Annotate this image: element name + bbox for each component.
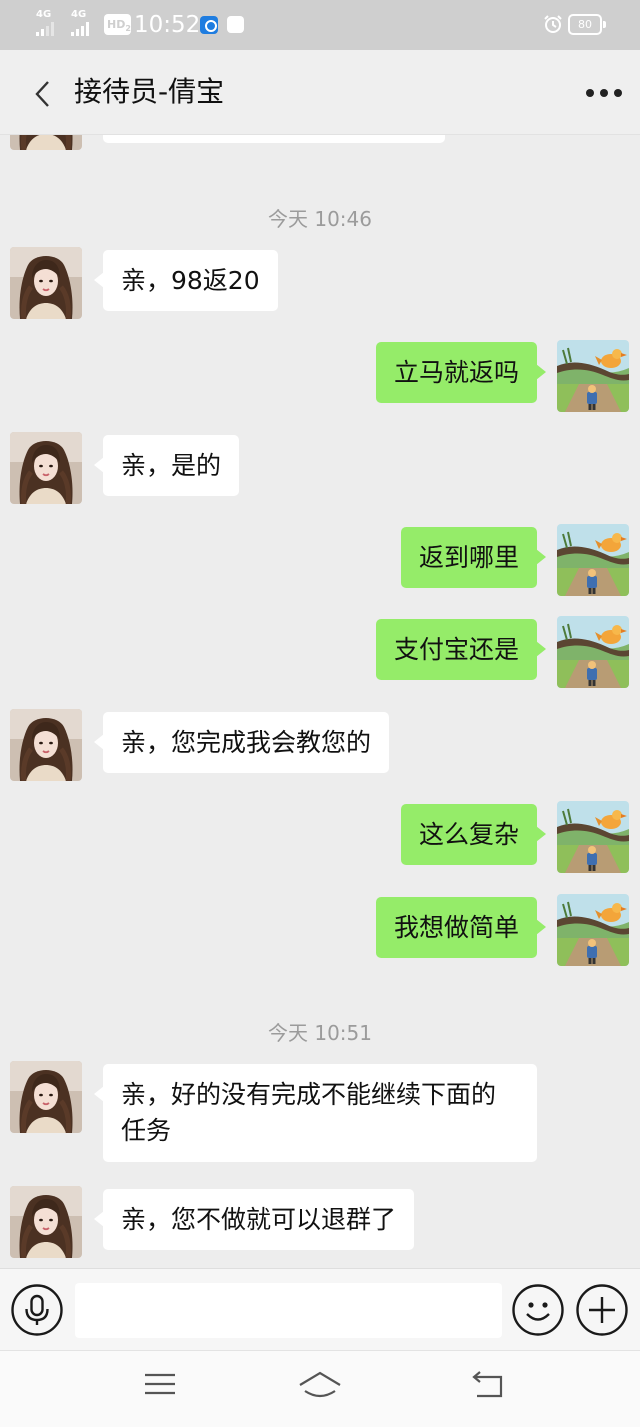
- alarm-icon: [544, 15, 562, 33]
- message-bubble-sent[interactable]: 立马就返吗: [375, 342, 547, 403]
- notification-square-icon: [227, 16, 244, 33]
- chat-header: 接待员-倩宝: [0, 50, 640, 135]
- contact-avatar[interactable]: [10, 247, 82, 319]
- input-bar: [0, 1268, 640, 1350]
- signal-indicator-1: 4G: [36, 9, 68, 39]
- contact-avatar[interactable]: [10, 1186, 82, 1258]
- message-bubble-received[interactable]: 亲，是的: [93, 435, 240, 496]
- my-avatar[interactable]: [557, 616, 629, 688]
- message-bubble-received[interactable]: 亲，您完成我会教您的: [93, 712, 390, 773]
- cartoon-bird-avatar-icon: [557, 801, 629, 873]
- microphone-icon: [11, 1284, 63, 1336]
- menu-icon: [145, 1373, 175, 1395]
- girl-photo-avatar-icon: [10, 1186, 82, 1258]
- message-bubble-sent[interactable]: 这么复杂: [400, 804, 547, 865]
- signal-indicator-2: 4G: [71, 9, 103, 39]
- smiley-icon: [512, 1284, 564, 1336]
- more-actions-button[interactable]: [576, 1284, 628, 1336]
- system-navigation-bar: [0, 1350, 640, 1427]
- hd-voice-badge: HD2: [104, 14, 131, 35]
- message-bubble-sent[interactable]: 我想做简单: [375, 897, 547, 958]
- girl-photo-avatar-icon: [10, 247, 82, 319]
- timestamp: 今天 10:51: [268, 1021, 372, 1045]
- cartoon-bird-avatar-icon: [557, 616, 629, 688]
- girl-photo-avatar-icon: [10, 709, 82, 781]
- my-avatar[interactable]: [557, 524, 629, 596]
- message-bubble-sent[interactable]: 返到哪里: [400, 527, 547, 588]
- system-back-button[interactable]: [464, 1371, 512, 1411]
- more-button[interactable]: [580, 80, 628, 106]
- battery-indicator: 80: [568, 14, 606, 35]
- message-bubble-received[interactable]: 亲，98返20: [94, 250, 278, 311]
- my-avatar[interactable]: [557, 801, 629, 873]
- home-button[interactable]: [296, 1371, 344, 1411]
- girl-photo-avatar-icon: [10, 135, 82, 150]
- emoji-button[interactable]: [512, 1284, 564, 1336]
- hd-label: HD: [107, 18, 126, 31]
- timestamp: 今天 10:46: [268, 207, 372, 231]
- cartoon-bird-avatar-icon: [557, 340, 629, 412]
- contact-avatar[interactable]: [10, 709, 82, 781]
- my-avatar[interactable]: [557, 894, 629, 966]
- message-bubble-received[interactable]: [103, 135, 445, 143]
- girl-photo-avatar-icon: [10, 1061, 82, 1133]
- message-list[interactable]: 今天 10:46 亲，98返20 立马就返吗 亲，是的 返到哪里 支付宝还是 亲…: [0, 135, 640, 1268]
- back-button[interactable]: [24, 74, 60, 114]
- my-avatar[interactable]: [557, 340, 629, 412]
- back-chevron-icon: [35, 81, 49, 107]
- message-bubble-received[interactable]: 亲，您不做就可以退群了: [93, 1189, 415, 1250]
- network-type-label: 4G: [71, 9, 87, 20]
- contact-avatar[interactable]: [10, 1061, 82, 1133]
- cartoon-bird-avatar-icon: [557, 894, 629, 966]
- clock: 10:52: [134, 12, 201, 38]
- signal-bars-icon: [36, 22, 54, 36]
- contact-avatar[interactable]: [10, 432, 82, 504]
- cartoon-bird-avatar-icon: [557, 524, 629, 596]
- girl-photo-avatar-icon: [10, 432, 82, 504]
- page-title: 接待员-倩宝: [74, 75, 225, 108]
- message-bubble-received[interactable]: 亲，好的没有完成不能继续下面的任务: [94, 1064, 537, 1162]
- network-type-label: 4G: [36, 9, 52, 20]
- message-input[interactable]: [75, 1283, 502, 1338]
- recent-apps-button[interactable]: [136, 1371, 184, 1411]
- message-bubble-sent[interactable]: 支付宝还是: [375, 619, 547, 680]
- app-notification-icon: [200, 16, 218, 34]
- voice-input-button[interactable]: [11, 1284, 63, 1336]
- back-icon: [472, 1371, 503, 1398]
- signal-bars-icon: [71, 22, 89, 36]
- status-bar: 4G 4G HD2 10:52 80: [0, 0, 640, 50]
- hd-sub-label: 2: [125, 24, 131, 34]
- home-icon: [299, 1371, 341, 1398]
- more-icon-dot: [600, 89, 608, 97]
- more-icon-dot: [586, 89, 594, 97]
- contact-avatar[interactable]: [10, 135, 82, 150]
- plus-icon: [576, 1284, 628, 1336]
- more-icon-dot: [614, 89, 622, 97]
